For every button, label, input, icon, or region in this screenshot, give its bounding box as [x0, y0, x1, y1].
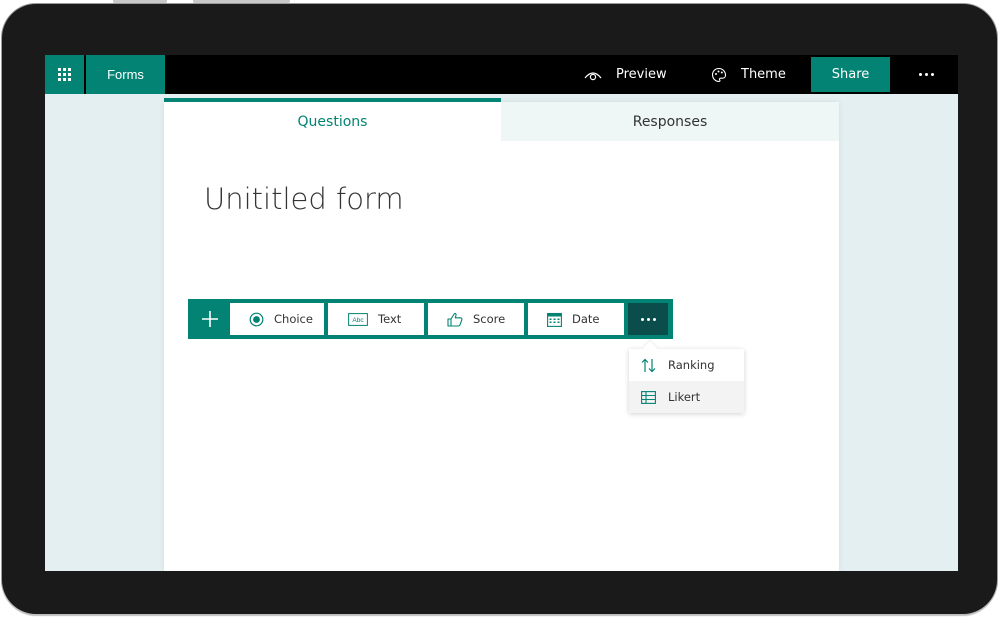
app-screen: Forms Preview Theme Share Questions Resp…: [45, 55, 958, 571]
add-question-button[interactable]: [192, 303, 228, 335]
waffle-icon: [58, 68, 71, 81]
more-horizontal-icon: [918, 73, 934, 76]
more-options-button[interactable]: [911, 55, 941, 94]
preview-button[interactable]: Preview: [584, 55, 667, 94]
calendar-icon: [547, 312, 562, 327]
palette-icon: [711, 67, 727, 83]
more-question-types-menu: Ranking Likert: [629, 349, 744, 413]
abc-text-icon: Abc: [348, 312, 368, 326]
plus-icon: [202, 311, 218, 327]
text-label: Text: [378, 312, 402, 326]
top-bar: Forms Preview Theme Share: [45, 55, 958, 94]
tab-responses[interactable]: Responses: [501, 102, 839, 141]
tab-bar: Questions Responses: [164, 98, 839, 141]
more-horizontal-icon: [640, 317, 656, 321]
text-question-button[interactable]: Abc Text: [328, 303, 424, 335]
app-launcher-button[interactable]: [45, 55, 84, 94]
score-label: Score: [473, 312, 506, 326]
choice-label: Choice: [274, 312, 313, 326]
tablet-frame: Forms Preview Theme Share Questions Resp…: [2, 4, 997, 614]
date-label: Date: [572, 312, 600, 326]
menu-item-ranking[interactable]: Ranking: [629, 349, 744, 381]
date-question-button[interactable]: Date: [528, 303, 624, 335]
theme-button[interactable]: Theme: [711, 55, 786, 94]
form-title[interactable]: Unititled form: [204, 182, 404, 216]
preview-label: Preview: [616, 67, 667, 82]
more-question-types-button[interactable]: [628, 303, 668, 335]
radio-icon: [249, 312, 264, 327]
share-button[interactable]: Share: [811, 57, 890, 92]
sort-arrows-icon: [640, 358, 656, 373]
choice-question-button[interactable]: Choice: [230, 303, 324, 335]
eye-icon: [584, 69, 602, 81]
theme-label: Theme: [741, 67, 786, 82]
svg-text:Abc: Abc: [352, 317, 364, 324]
menu-item-likert[interactable]: Likert: [629, 381, 744, 413]
score-question-button[interactable]: Score: [428, 303, 524, 335]
form-card: Questions Responses Unititled form Choic…: [164, 98, 839, 571]
table-grid-icon: [640, 390, 656, 404]
question-type-toolbar: Choice Abc Text Score Date: [188, 299, 673, 339]
app-name[interactable]: Forms: [86, 55, 165, 94]
ranking-label: Ranking: [668, 358, 715, 372]
tab-questions[interactable]: Questions: [164, 98, 501, 141]
likert-label: Likert: [668, 390, 701, 404]
thumbs-up-icon: [447, 312, 463, 327]
